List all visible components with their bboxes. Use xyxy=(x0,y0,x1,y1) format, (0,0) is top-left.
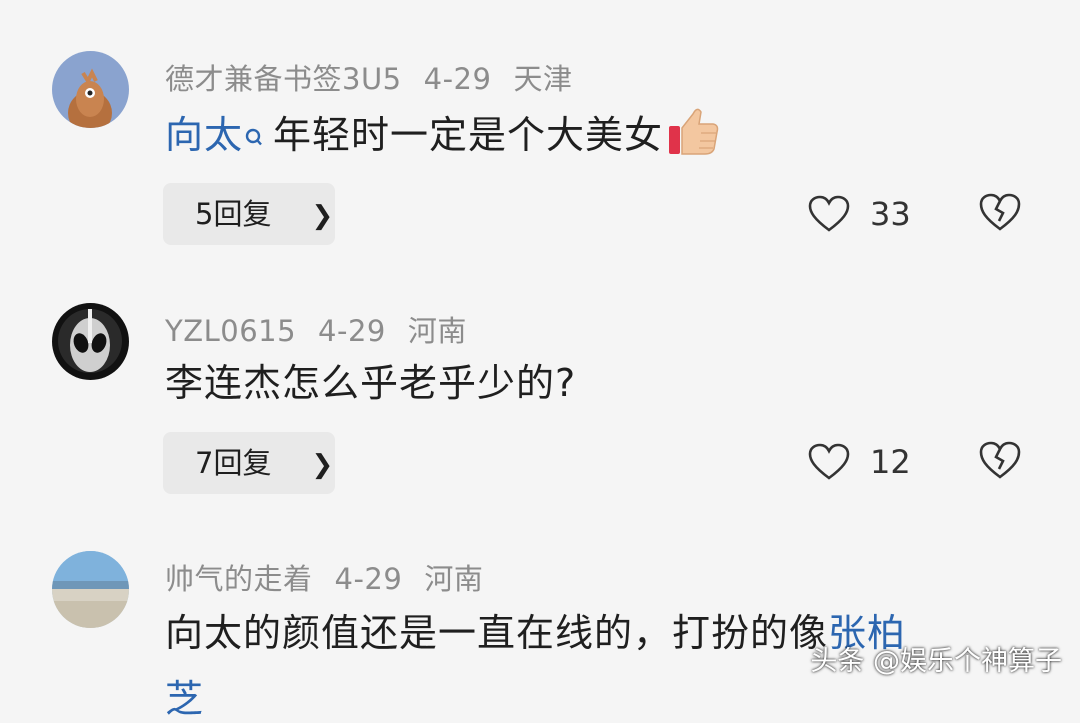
author-name[interactable]: 帅气的走着 xyxy=(165,562,313,596)
comment-date: 4-29 xyxy=(318,314,386,348)
like-count: 33 xyxy=(870,195,911,233)
comment-text: 向太的颜值还是一直在线的，打扮的像张柏 xyxy=(165,604,906,662)
comment-text: 向太 年轻时一定是个大美女 xyxy=(165,104,721,166)
author-name[interactable]: 德才兼备书签3U5 xyxy=(165,62,402,96)
comment-location: 河南 xyxy=(407,314,467,348)
comment-text-continuation[interactable]: 芝 xyxy=(165,668,203,723)
avatar[interactable] xyxy=(52,303,129,380)
heart-icon xyxy=(808,443,850,480)
watermark: 头条 @娱乐个神算子 xyxy=(810,646,1062,677)
avatar-image xyxy=(52,51,129,128)
mention-link[interactable]: 向太 xyxy=(165,113,243,157)
comment-meta: 德才兼备书签3U5 4-29 天津 xyxy=(165,56,594,98)
comment-date: 4-29 xyxy=(334,562,403,596)
broken-heart-icon xyxy=(979,441,1021,479)
chevron-right-icon: ❯ xyxy=(311,201,334,231)
comment-date: 4-29 xyxy=(423,62,492,96)
view-replies-button[interactable]: 5回复 ❯ xyxy=(163,183,335,245)
comment-text: 李连杰怎么乎老乎少的? xyxy=(165,354,576,412)
avatar-image xyxy=(52,303,129,380)
like-count: 12 xyxy=(870,443,911,481)
comment-meta: YZL0615 4-29 河南 xyxy=(165,308,489,350)
dislike-button[interactable] xyxy=(978,192,1022,236)
chevron-right-icon: ❯ xyxy=(311,450,334,480)
comment-body: 年轻时一定是个大美女 xyxy=(273,113,664,157)
replies-label: 7回复 xyxy=(195,446,272,480)
dislike-button[interactable] xyxy=(978,440,1022,484)
view-replies-button[interactable]: 7回复 ❯ xyxy=(163,432,335,494)
comment-location: 天津 xyxy=(513,62,573,96)
avatar[interactable] xyxy=(52,551,129,628)
broken-heart-icon xyxy=(979,193,1021,231)
author-name[interactable]: YZL0615 xyxy=(165,314,296,348)
comment-meta: 帅气的走着 4-29 河南 xyxy=(165,556,505,598)
like-button[interactable]: 33 xyxy=(808,190,911,238)
like-button[interactable]: 12 xyxy=(808,438,911,486)
avatar[interactable] xyxy=(52,51,129,128)
mention-link-continued[interactable]: 芝 xyxy=(165,677,203,721)
comment-location: 河南 xyxy=(424,562,484,596)
comment-body: 向太的颜值还是一直在线的，打扮的像 xyxy=(165,611,829,655)
replies-label: 5回复 xyxy=(195,197,272,231)
thumbs-up-icon xyxy=(667,104,721,158)
search-icon[interactable] xyxy=(245,108,263,166)
heart-icon xyxy=(808,195,850,232)
avatar-image xyxy=(52,551,129,628)
comment-body: 李连杰怎么乎老乎少的? xyxy=(165,361,577,405)
